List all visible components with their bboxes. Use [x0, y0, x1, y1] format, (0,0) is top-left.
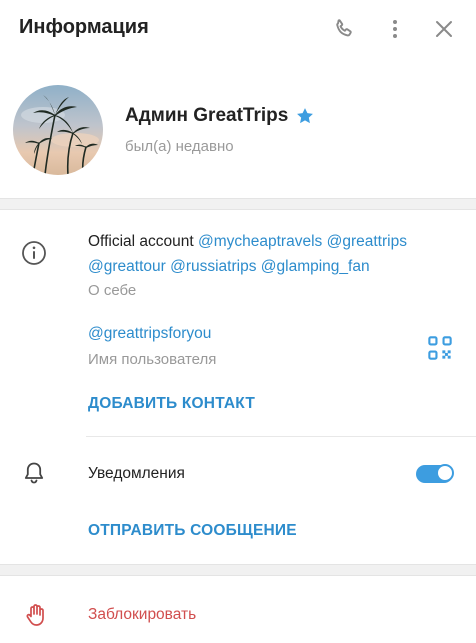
- bell-icon: [21, 460, 47, 486]
- phone-icon[interactable]: [332, 17, 356, 41]
- about-prefix: Official account: [88, 233, 198, 250]
- mention-link[interactable]: @glamping_fan: [261, 258, 370, 275]
- star-icon: [295, 106, 315, 126]
- close-icon[interactable]: [432, 17, 456, 41]
- info-icon: [21, 240, 47, 266]
- about-text: Official account @mycheaptravels @greatt…: [88, 229, 458, 279]
- page-title: Информация: [19, 16, 149, 38]
- avatar[interactable]: [13, 85, 103, 175]
- about-caption: О себе: [88, 282, 137, 299]
- hand-stop-icon: [23, 602, 49, 628]
- notifications-label: Уведомления: [88, 465, 185, 482]
- username-caption: Имя пользователя: [88, 351, 217, 368]
- info-header: Информация: [0, 0, 476, 58]
- send-message-button[interactable]: ОТПРАВИТЬ СООБЩЕНИЕ: [88, 522, 297, 540]
- section-divider: [0, 564, 476, 576]
- profile-name-row: Админ GreatTrips: [125, 105, 315, 127]
- section-divider: [0, 198, 476, 210]
- toggle-knob: [436, 464, 454, 482]
- qr-code-icon[interactable]: [427, 335, 452, 360]
- block-user-button[interactable]: Заблокировать: [88, 606, 196, 624]
- profile-section: Админ GreatTrips был(а) недавно: [0, 58, 476, 198]
- last-seen-status: был(а) недавно: [125, 138, 234, 155]
- more-vertical-icon[interactable]: [383, 17, 407, 41]
- mention-link[interactable]: @greattour: [88, 258, 166, 275]
- mention-link[interactable]: @mycheaptravels: [198, 233, 322, 250]
- profile-name: Админ GreatTrips: [125, 105, 289, 126]
- username-link[interactable]: @greattripsforyou: [88, 325, 211, 343]
- mention-link[interactable]: @russiatrips: [170, 258, 256, 275]
- add-contact-button[interactable]: ДОБАВИТЬ КОНТАКТ: [88, 395, 255, 413]
- mention-link[interactable]: @greattrips: [327, 233, 407, 250]
- notifications-toggle[interactable]: [416, 464, 454, 483]
- divider-line: [86, 436, 476, 437]
